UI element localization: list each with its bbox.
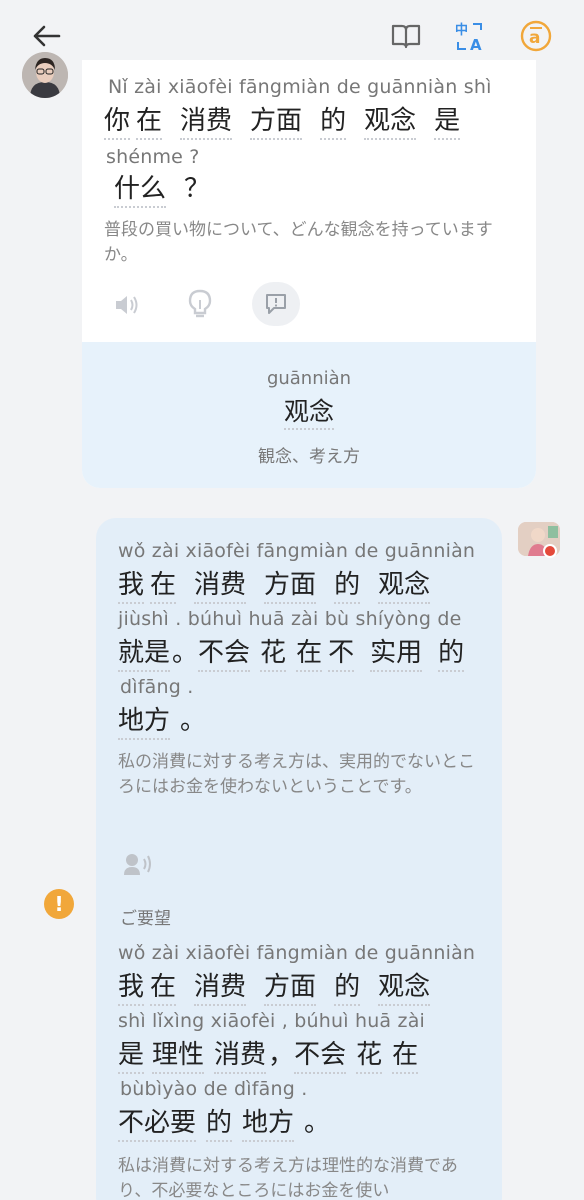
pinyin-line: Nǐ zài xiāofèi fāngmiàn de guānniàn shì xyxy=(108,76,492,98)
word[interactable]: 消费 xyxy=(214,1040,267,1074)
word[interactable]: 的 xyxy=(438,638,465,672)
hanzi-line: 我在消费 方面的观念 xyxy=(118,966,448,1006)
speaker-icon[interactable] xyxy=(110,288,144,322)
hanzi-line: 就是。不会花在不实用的 xyxy=(118,632,482,672)
word[interactable]: 在 xyxy=(150,972,177,1006)
ai-message-card: Nǐ zài xiāofèi fāngmiàn de guānniàn shì … xyxy=(82,60,536,488)
word[interactable]: 消费 xyxy=(194,570,247,604)
furigana-toggle-icon[interactable]: a xyxy=(516,16,556,56)
explain-icon[interactable] xyxy=(252,282,300,326)
word[interactable]: 消费 xyxy=(194,972,247,1006)
word[interactable]: 实用 xyxy=(370,638,423,672)
word[interactable]: 方面 xyxy=(264,972,317,1006)
hanzi-line: 我在消费 方面的观念 xyxy=(118,564,448,604)
hanzi-line: 你在消费 方面的观念是 xyxy=(104,100,478,140)
word[interactable]: 地方 xyxy=(118,706,171,740)
word-meaning: 観念、考え方 xyxy=(258,447,360,467)
word[interactable]: 观念 xyxy=(378,972,431,1006)
translation-text: 普段の買い物について、どんな観念を持っていますか。 xyxy=(104,220,493,265)
word[interactable]: 不 xyxy=(328,638,355,672)
word[interactable]: 在 xyxy=(150,570,177,604)
word[interactable]: 的 xyxy=(334,972,361,1006)
translation-text: 私の消費に対する考え方は、実用的でないところにはお金を使わないということです。 xyxy=(118,752,475,797)
word[interactable]: 我 xyxy=(118,570,145,604)
warning-icon[interactable]: ! xyxy=(44,889,74,919)
ai-avatar[interactable] xyxy=(22,52,68,98)
punctuation: 。 xyxy=(304,1108,331,1138)
word-detail-panel: guānniàn 观念 観念、考え方 xyxy=(82,342,536,488)
svg-text:a: a xyxy=(529,28,540,48)
hanzi-line: 什么 ？ xyxy=(114,168,216,208)
word[interactable]: 方面 xyxy=(250,106,303,140)
pinyin-line: wǒ zài xiāofèi fāngmiàn de guānniàn xyxy=(118,942,476,964)
word[interactable]: 的 xyxy=(334,570,361,604)
punctuation: 。 xyxy=(172,638,199,668)
status-dot xyxy=(543,544,557,558)
word[interactable]: 在 xyxy=(296,638,323,672)
lightbulb-icon[interactable] xyxy=(182,286,218,322)
hanzi-line: 不必要的地方。 xyxy=(118,1102,336,1142)
svg-text:A: A xyxy=(470,36,482,53)
punctuation: 。 xyxy=(180,706,207,736)
pinyin-line: shénme ? xyxy=(106,146,200,168)
word[interactable]: 的 xyxy=(206,1108,233,1142)
punctuation: ， xyxy=(268,1040,295,1070)
word[interactable]: 花 xyxy=(356,1040,383,1074)
pinyin-line: jiùshì . búhuì huā zài bù shíyòng de xyxy=(118,608,462,630)
word[interactable]: 理性 xyxy=(152,1040,205,1074)
hanzi-line: 是理性 消费，不会花在 xyxy=(118,1034,436,1074)
word[interactable]: 就是 xyxy=(118,638,171,672)
word[interactable]: 不会 xyxy=(198,638,251,672)
back-arrow-icon[interactable] xyxy=(28,18,64,54)
voice-icon[interactable] xyxy=(120,848,156,880)
word-pinyin: guānniàn xyxy=(266,368,352,389)
word[interactable]: 不必要 xyxy=(118,1108,197,1142)
word[interactable]: 是 xyxy=(118,1040,145,1074)
book-icon[interactable] xyxy=(386,18,426,54)
word[interactable]: 在 xyxy=(392,1040,419,1074)
word-hanzi[interactable]: 观念 xyxy=(283,397,334,430)
word[interactable]: 地方 xyxy=(242,1108,295,1142)
word[interactable]: 在 xyxy=(136,106,163,140)
user-message-card: wǒ zài xiāofèi fāngmiàn de guānniàn 我在消费… xyxy=(96,518,502,1200)
word[interactable]: 什么 xyxy=(114,174,167,208)
pinyin-line: wǒ zài xiāofèi fāngmiàn de guānniàn xyxy=(118,540,476,562)
suggestion-label: ご要望 xyxy=(120,909,171,929)
word[interactable]: 的 xyxy=(320,106,347,140)
translate-icon[interactable]: 中 A xyxy=(450,16,490,56)
translation-text: 私は消費に対する考え方は理性的な消費であり、不必要なところにはお金を使い xyxy=(118,1156,458,1200)
word[interactable]: 观念 xyxy=(364,106,417,140)
word[interactable]: 我 xyxy=(118,972,145,1006)
word[interactable]: 方面 xyxy=(264,570,317,604)
word[interactable]: 是 xyxy=(434,106,461,140)
pinyin-line: shì lǐxìng xiāofèi , búhuì huā zài xyxy=(118,1010,426,1032)
word[interactable]: 你 xyxy=(104,106,131,140)
word[interactable]: 观念 xyxy=(378,570,431,604)
svg-text:中: 中 xyxy=(455,22,468,38)
pinyin-line: bùbìyào de dìfāng . xyxy=(120,1078,308,1100)
word[interactable]: 花 xyxy=(260,638,287,672)
word[interactable]: 消费 xyxy=(180,106,233,140)
punctuation: ？ xyxy=(184,174,211,204)
word[interactable]: 不会 xyxy=(294,1040,347,1074)
pinyin-line: dìfāng . xyxy=(120,676,194,698)
hanzi-line: 地方。 xyxy=(118,700,212,740)
